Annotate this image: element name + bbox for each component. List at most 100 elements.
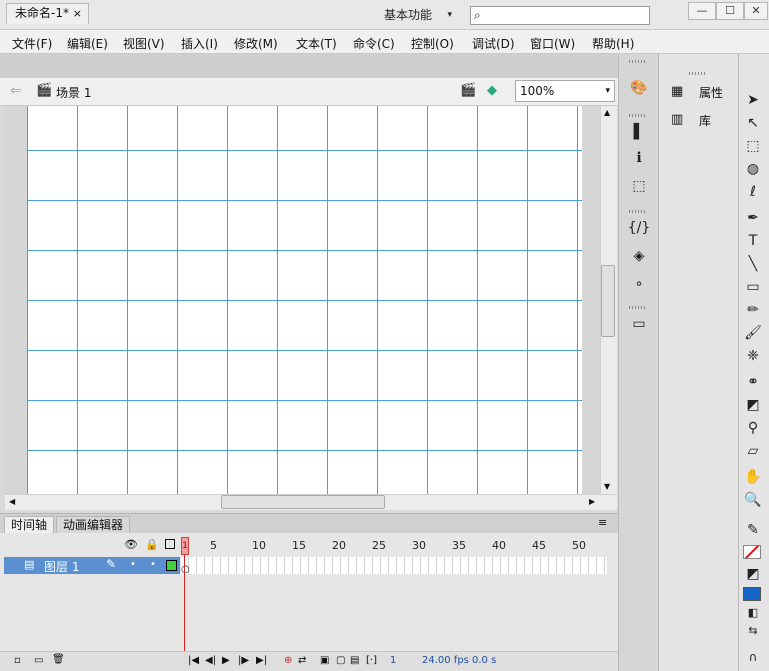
scene-label[interactable]: 场景 1 [56,84,91,101]
panel-grip[interactable] [629,60,647,63]
pen-tool-icon[interactable]: ✒ [741,210,765,226]
document-tab[interactable]: 未命名-1* × [6,3,89,24]
bone-tool-icon[interactable]: ⚭ [741,374,765,390]
zoom-tool-icon[interactable]: 🔍 [741,492,765,508]
lock-dot-icon[interactable]: • [150,559,156,570]
zoom-select[interactable]: 100% ▾ [515,80,615,102]
maximize-button[interactable]: ☐ [716,2,744,20]
panel-grip[interactable] [629,210,647,213]
stage-area[interactable] [5,106,600,494]
onion-markers-icon[interactable]: [·] [366,655,377,666]
frame-cells[interactable] [181,557,607,574]
menu-debug[interactable]: 调试(D) [472,35,515,52]
panel-library[interactable]: 库 [699,112,711,129]
3d-rotation-tool-icon[interactable]: ◍ [741,161,765,177]
scroll-up-icon[interactable]: ▲ [604,108,610,117]
color-palette-icon[interactable]: 🎨 [627,80,651,96]
menu-control[interactable]: 控制(O) [411,35,454,52]
outline-square-icon[interactable] [165,539,175,549]
back-arrow-icon[interactable]: ⇐ [10,83,22,99]
fill-bucket-icon[interactable]: ◩ [741,566,765,582]
vertical-scroll-thumb[interactable] [601,265,615,337]
edit-symbol-icon[interactable]: ◆ [487,83,497,98]
layer-color-swatch[interactable] [166,560,177,571]
selection-tool-icon[interactable]: ➤ [741,92,765,108]
default-colors-icon[interactable]: ◧ [741,606,765,619]
visibility-dot-icon[interactable]: • [130,559,136,570]
paint-bucket-tool-icon[interactable]: ◩ [741,397,765,413]
swap-colors-icon[interactable]: ⇆ [741,624,765,637]
scroll-left-icon[interactable]: ◀ [9,497,15,506]
menu-window[interactable]: 窗口(W) [530,35,575,52]
new-layer-icon[interactable]: ▫ [14,655,21,666]
layer-row[interactable]: ▤ 图层 1 ✎ • • [4,557,180,574]
panel-menu-icon[interactable]: ≡ [598,516,607,529]
fps-value[interactable]: 24.00 fps [422,655,469,666]
deco-tool-icon[interactable]: ❈ [741,348,765,364]
snap-magnet-icon[interactable]: ∩ [741,650,765,664]
menu-insert[interactable]: 插入(I) [181,35,218,52]
scroll-right-icon[interactable]: ▶ [589,497,595,506]
transform-icon[interactable]: ⬚ [627,178,651,194]
eye-icon[interactable]: 👁 [124,538,138,551]
playhead[interactable]: 1 [181,537,189,555]
panel-grip[interactable] [629,306,647,309]
stroke-color-icon[interactable]: ✎ [741,522,765,538]
delete-layer-icon[interactable]: 🗑 [52,654,65,665]
fill-color-swatch[interactable] [743,587,761,601]
hand-tool-icon[interactable]: ✋ [741,469,765,485]
library-icon[interactable]: ▥ [671,112,683,127]
panel-properties[interactable]: 属性 [699,84,723,101]
eyedropper-tool-icon[interactable]: ⚲ [741,420,765,436]
tab-motion-editor[interactable]: 动画编辑器 [56,516,131,534]
rectangle-tool-icon[interactable]: ▭ [741,279,765,295]
info-icon[interactable]: ℹ [627,150,651,166]
pencil-tool-icon[interactable]: ✏ [741,302,765,318]
lock-icon[interactable]: 🔒 [145,538,159,551]
project-icon[interactable]: ▭ [627,316,651,332]
center-frame-icon[interactable]: ⊕ [284,655,292,666]
keyframe-icon[interactable]: ○ [181,564,190,575]
workspace-switcher[interactable]: 基本功能 ▾ [376,4,458,26]
next-frame-icon[interactable]: |▶ [238,655,249,666]
stage-canvas[interactable] [27,106,582,494]
prev-frame-icon[interactable]: ◀| [205,655,216,666]
line-tool-icon[interactable]: ╲ [741,256,765,272]
panel-grip[interactable] [689,72,707,75]
components-icon[interactable]: ◈ [627,248,651,264]
text-tool-icon[interactable]: T [741,233,765,249]
lasso-tool-icon[interactable]: ℓ [741,184,765,200]
menu-commands[interactable]: 命令(C) [353,35,395,52]
stroke-color-swatch[interactable] [743,545,761,559]
properties-icon[interactable]: ▦ [671,84,683,99]
actions-icon[interactable]: {/} [627,220,651,236]
close-icon[interactable]: × [73,4,82,23]
panel-grip[interactable] [629,114,647,117]
current-frame-value[interactable]: 1 [390,655,396,666]
onion-outline-icon[interactable]: ▢ [336,655,345,666]
close-button[interactable]: ✕ [744,2,768,20]
subselection-tool-icon[interactable]: ↖ [741,115,765,131]
scroll-down-icon[interactable]: ▼ [604,482,610,491]
motion-presets-icon[interactable]: ∘ [627,276,651,292]
menu-text[interactable]: 文本(T) [296,35,337,52]
free-transform-tool-icon[interactable]: ⬚ [741,138,765,154]
menu-file[interactable]: 文件(F) [12,35,52,52]
menu-help[interactable]: 帮助(H) [592,35,634,52]
eraser-tool-icon[interactable]: ▱ [741,443,765,459]
new-folder-icon[interactable]: ▭ [34,655,43,666]
tab-timeline[interactable]: 时间轴 [4,516,55,534]
edit-multiple-icon[interactable]: ▤ [350,655,359,666]
menu-edit[interactable]: 编辑(E) [67,35,108,52]
layer-name[interactable]: 图层 1 [44,558,79,575]
align-icon[interactable]: ▌ [627,124,651,140]
onion-skin-icon[interactable]: ▣ [320,655,329,666]
menu-modify[interactable]: 修改(M) [234,35,278,52]
last-frame-icon[interactable]: ▶| [256,655,267,666]
brush-tool-icon[interactable]: 🖌 [741,325,765,341]
first-frame-icon[interactable]: |◀ [188,655,199,666]
horizontal-scroll-thumb[interactable] [221,495,385,509]
menu-view[interactable]: 视图(V) [123,35,165,52]
edit-scene-icon[interactable]: 🎬 [460,83,476,98]
play-icon[interactable]: ▶ [222,655,230,666]
